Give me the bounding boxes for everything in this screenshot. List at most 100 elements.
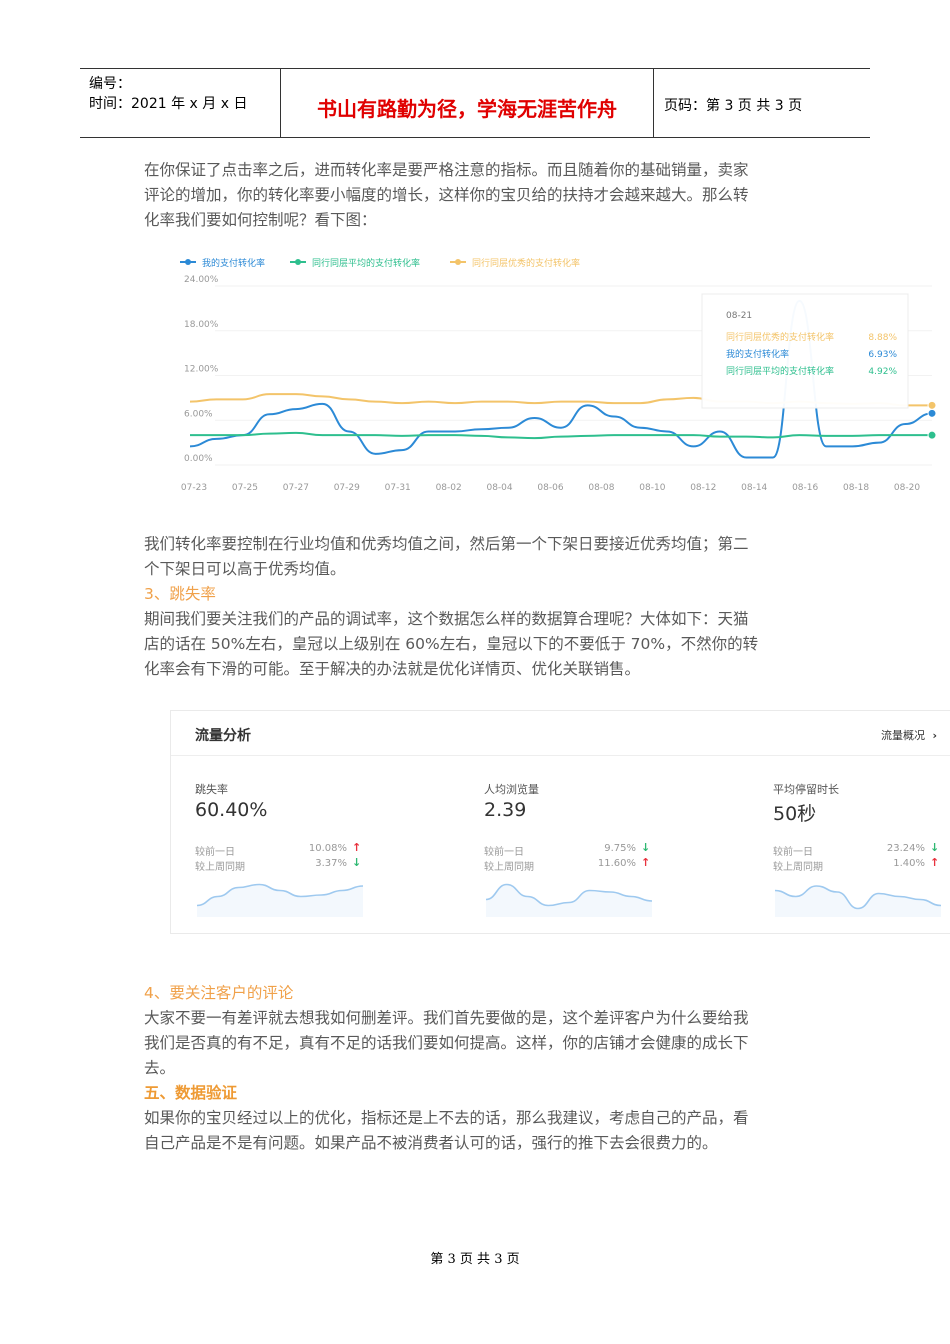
text-line: 去。 (144, 1059, 176, 1077)
doc-date-label: 时间：2021 年 x 月 x 日 (89, 96, 248, 112)
x-tick-label: 08-12 (690, 483, 716, 493)
text-line: 评论的增加，你的转化率要小幅度的增长，这样你的宝贝给的扶持才会越来越大。那么转 (144, 186, 749, 204)
legend-dot (185, 259, 191, 265)
page-footer: 第 3 页 共 3 页 (430, 1252, 520, 1267)
compare-week-value: 3.37% (315, 858, 347, 869)
tooltip-label: 我的支付转化率 (726, 348, 789, 360)
compare-day-label: 较前一日 (773, 847, 813, 858)
text-line: 我们是否真的有不足，真有不足的话我们要如何提高。这样，你的店铺才会健康的成长下 (144, 1034, 749, 1052)
doc-code-label: 编号： (89, 76, 131, 92)
legend-label: 同行同层平均的支付转化率 (312, 257, 420, 269)
heading-customer-reviews: 4、要关注客户的评论 (144, 984, 294, 1002)
panel-divider (171, 755, 950, 756)
paragraph-bounce-rate: 期间我们要关注我们的产品的调试率，这个数据怎么样的数据算合理呢？大体如下：天猫 … (144, 607, 814, 682)
sparkline-area (486, 884, 652, 917)
x-tick-label: 08-08 (588, 483, 614, 493)
traffic-overview-label: 流量概况 (880, 729, 925, 742)
text-line: 期间我们要关注我们的产品的调试率，这个数据怎么样的数据算合理呢？大体如下：天猫 (144, 610, 749, 628)
text-line: 我们转化率要控制在行业均值和优秀均值之间，然后第一个下架日要接近优秀均值；第二 (144, 535, 749, 553)
metric-sparkline (774, 885, 942, 917)
compare-day-value: 10.08% (308, 843, 347, 854)
metric-card: 跳失率 60.40% 较前一日 10.08% ↑ 较上周同期 3.37% ↓ (195, 777, 365, 917)
metric-name: 平均停留时长 (773, 783, 839, 796)
metric-value: 60.40% (195, 799, 268, 821)
paragraph-conversion-intro: 在你保证了点击率之后，进而转化率是要严格注意的指标。而且随着你的基础销量，卖家 … (144, 158, 814, 233)
chevron-right-icon: › (932, 729, 937, 742)
compare-week-label: 较上周同期 (195, 862, 245, 873)
legend-item: 同行同层优秀的支付转化率 (450, 257, 580, 269)
compare-week-value: 1.40% (893, 858, 925, 869)
text-line: 化率会有下滑的可能。至于解决的办法就是优化详情页、优化关联销售。 (144, 660, 641, 678)
arrow-down-icon: ↓ (352, 856, 362, 869)
arrow-up-icon: ↑ (930, 856, 940, 869)
x-tick-label: 08-04 (486, 483, 512, 493)
x-tick-label: 07-31 (385, 483, 411, 493)
x-tick-label: 08-18 (843, 483, 869, 493)
legend-label: 同行同层优秀的支付转化率 (472, 257, 580, 269)
heading-bounce-rate: 3、跳失率 (144, 585, 216, 603)
text-line: 店的话在 50%左右，皇冠以上级别在 60%左右，皇冠以下的不要低于 70%，不… (144, 635, 759, 653)
metric-card: 平均停留时长 50秒较前一日 23.24% ↓ 较上周同期 1.40% ↑ (773, 777, 943, 917)
arrow-up-icon: ↑ (352, 841, 362, 854)
compare-day-value: 9.75% (604, 843, 636, 854)
metric-value: 2.39 (484, 799, 527, 821)
y-tick-label: 6.00% (184, 409, 213, 419)
legend-item: 我的支付转化率 (180, 257, 265, 269)
header-page-cell: 页码：第 3 页 共 3 页 (654, 69, 870, 137)
tooltip-value: 8.88% (868, 333, 897, 343)
legend-label: 我的支付转化率 (202, 257, 265, 269)
conversion-rate-chart-svg: 我的支付转化率 同行同层平均的支付转化率 同行同层优秀的支付转化率24.00%18.… (180, 257, 937, 493)
x-tick-label: 07-25 (232, 483, 258, 493)
series-end-point (927, 430, 937, 440)
x-tick-label: 07-23 (181, 483, 207, 493)
tooltip-value: 6.93% (868, 350, 897, 360)
panel-title: 流量分析 (195, 728, 251, 744)
header-page-number: 页码：第 3 页 共 3 页 (664, 98, 803, 114)
text-line: 化率我们要如何控制呢？看下图： (144, 211, 377, 229)
paragraph-data-verification: 如果你的宝贝经过以上的优化，指标还是上不去的话，那么我建议，考虑自己的产品，看 … (144, 1106, 814, 1156)
header-motto-cell: 书山有路勤为径，学海无涯苦作舟 (281, 69, 654, 137)
y-tick-label: 0.00% (184, 454, 213, 464)
compare-week-value: 11.60% (597, 858, 636, 869)
legend-dot (295, 259, 301, 265)
x-tick-label: 08-16 (792, 483, 818, 493)
text-line: 大家不要一有差评就去想我如何删差评。我们首先要做的是，这个差评客户为什么要给我 (144, 1009, 749, 1027)
compare-day-label: 较前一日 (484, 847, 524, 858)
metric-name: 跳失率 (195, 783, 228, 796)
tooltip-date: 08-21 (726, 311, 752, 321)
arrow-up-icon: ↑ (641, 856, 651, 869)
series-end-point (927, 400, 937, 410)
legend-dot (455, 259, 461, 265)
arrow-down-icon: ↓ (641, 841, 651, 854)
document-header: 编号： 时间：2021 年 x 月 x 日 书山有路勤为径，学海无涯苦作舟 页码… (80, 68, 870, 138)
metric-card: 人均浏览量 2.39 较前一日 9.75% ↓ 较上周同期 11.60% ↑ (484, 777, 654, 917)
metric-sparkline (196, 883, 364, 917)
text-line: 个下架日可以高于优秀均值。 (144, 560, 346, 578)
y-tick-label: 12.00% (184, 365, 219, 375)
compare-week-label: 较上周同期 (773, 862, 823, 873)
compare-day-value: 23.24% (886, 843, 925, 854)
y-tick-label: 24.00% (184, 275, 219, 285)
conversion-rate-chart: 我的支付转化率 同行同层平均的支付转化率 同行同层优秀的支付转化率 24.00% 18.… (170, 248, 944, 498)
heading-data-verification: 五、数据验证 (144, 1084, 238, 1102)
motto: 书山有路勤为径，学海无涯苦作舟 (317, 97, 617, 121)
arrow-down-icon: ↓ (930, 841, 940, 854)
metric-sparkline (485, 883, 653, 917)
paragraph-customer-reviews: 大家不要一有差评就去想我如何删差评。我们首先要做的是，这个差评客户为什么要给我 … (144, 1006, 814, 1081)
series-end-point (927, 408, 937, 418)
text-line: 在你保证了点击率之后，进而转化率是要严格注意的指标。而且随着你的基础销量，卖家 (144, 161, 749, 179)
text-line: 如果你的宝贝经过以上的优化，指标还是上不去的话，那么我建议，考虑自己的产品，看 (144, 1109, 749, 1127)
legend-item: 同行同层平均的支付转化率 (290, 257, 420, 269)
x-tick-label: 07-29 (334, 483, 360, 493)
traffic-overview-link[interactable]: 流量概况 › (881, 727, 937, 743)
metric-value: 50秒 (773, 803, 817, 825)
compare-day-label: 较前一日 (195, 847, 235, 858)
sparkline-area (775, 886, 941, 917)
x-tick-label: 08-02 (436, 483, 462, 493)
header-info-cell: 编号： 时间：2021 年 x 月 x 日 (80, 69, 281, 137)
metric-name: 人均浏览量 (484, 783, 539, 796)
x-tick-label: 08-06 (537, 483, 563, 493)
y-tick-label: 18.00% (184, 320, 219, 330)
x-tick-label: 08-20 (894, 483, 920, 493)
tooltip-label: 同行同层平均的支付转化率 (726, 365, 834, 377)
